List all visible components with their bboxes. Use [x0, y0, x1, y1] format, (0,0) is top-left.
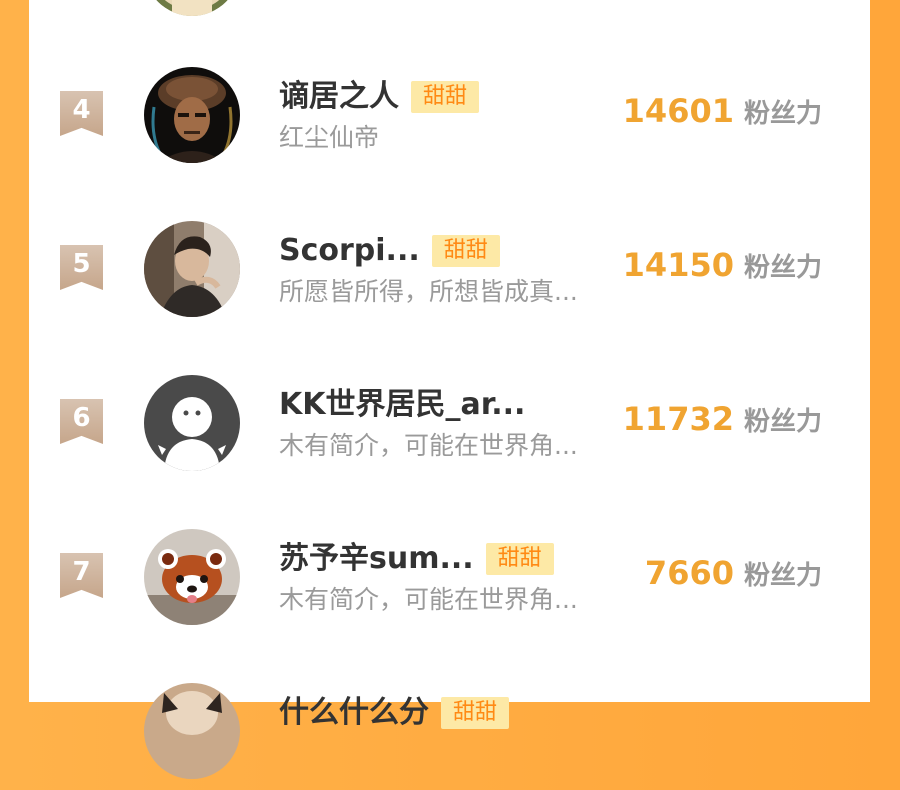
default-user-avatar-icon[interactable]: [144, 375, 240, 471]
leaderboard-card: 4 谪居之人 甜甜 红尘仙帝 14601 粉丝力 5 Scorpi... 甜甜 …: [29, 0, 870, 779]
score-value: 14601: [622, 92, 734, 130]
dark-portrait-avatar-icon[interactable]: [144, 67, 240, 163]
score-value: 11732: [622, 400, 734, 438]
rank-number: 4: [72, 95, 91, 125]
leaderboard-row-rank-7[interactable]: 7 苏予辛sum... 甜甜 木有简介，可能在世界角... 7660 粉丝力: [29, 526, 870, 636]
score-unit-label: 粉丝力: [743, 407, 822, 437]
user-name[interactable]: 谪居之人: [279, 77, 399, 117]
user-bio: 红尘仙帝: [279, 123, 380, 152]
score-unit-label: 粉丝力: [743, 99, 822, 129]
score-display: 14601 粉丝力: [623, 92, 822, 130]
user-bio: 木有简介，可能在世界角...: [279, 585, 578, 614]
rank-number: 7: [72, 557, 91, 587]
avatar-partial-top: [144, 0, 240, 16]
user-name[interactable]: 苏予辛sum...: [279, 539, 474, 579]
rank-flag-icon: 4: [60, 91, 103, 136]
user-name[interactable]: Scorpi...: [279, 231, 420, 271]
rank-number: 6: [72, 403, 91, 433]
score-display: 14150 粉丝力: [623, 246, 822, 284]
leaderboard-row-rank-6[interactable]: 6 KK世界居民_ar... 木有简介，可能在世界角... 11732 粉丝力: [29, 372, 870, 482]
score-unit-label: 粉丝力: [743, 561, 822, 591]
name-line: KK世界居民_ar...: [279, 385, 525, 425]
leaderboard-row-rank-5[interactable]: 5 Scorpi... 甜甜 所愿皆所得，所想皆成真... 14150 粉丝力: [29, 218, 870, 328]
name-line: Scorpi... 甜甜: [279, 231, 500, 271]
photo-portrait-avatar-icon[interactable]: [144, 221, 240, 317]
score-display: 7660 粉丝力: [645, 554, 822, 592]
rank-number: 5: [72, 249, 91, 279]
tag-badge: 甜甜: [485, 543, 554, 575]
tag-badge: 甜甜: [431, 235, 500, 267]
rank-flag-icon: 6: [60, 399, 103, 444]
tag-badge: 甜甜: [411, 81, 480, 113]
user-bio: 所愿皆所得，所想皆成真...: [279, 277, 578, 306]
rank-flag-icon: 7: [60, 553, 103, 598]
rank-flag-icon: 5: [60, 245, 103, 290]
score-value: 14150: [622, 246, 734, 284]
leaderboard-row-rank-8[interactable]: 什么什么分 甜甜: [29, 680, 870, 790]
dog-avatar-icon[interactable]: [144, 683, 240, 779]
name-line: 什么什么分 甜甜: [279, 693, 510, 733]
leaderboard-row-rank-4[interactable]: 4 谪居之人 甜甜 红尘仙帝 14601 粉丝力: [29, 64, 870, 174]
user-name[interactable]: 什么什么分: [279, 693, 429, 733]
name-line: 苏予辛sum... 甜甜: [279, 539, 554, 579]
score-unit-label: 粉丝力: [743, 253, 822, 283]
name-line: 谪居之人 甜甜: [279, 77, 480, 117]
user-bio: 木有简介，可能在世界角...: [279, 431, 578, 460]
red-panda-avatar-icon[interactable]: [144, 529, 240, 625]
user-name[interactable]: KK世界居民_ar...: [279, 385, 525, 425]
score-display: 11732 粉丝力: [623, 400, 822, 438]
score-value: 7660: [644, 554, 734, 592]
